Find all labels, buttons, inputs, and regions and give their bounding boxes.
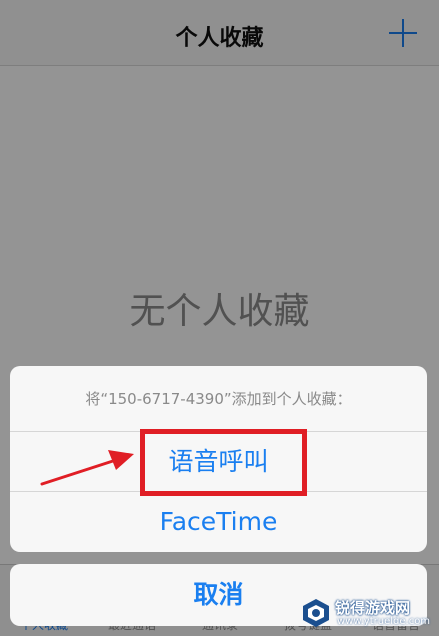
- facetime-button[interactable]: FaceTime: [10, 492, 427, 552]
- watermark-url: www.ytruelde.com: [337, 616, 431, 627]
- watermark-brand: 锐得游戏网: [335, 599, 411, 617]
- watermark: 锐得游戏网 www.ytruelde.com: [301, 596, 433, 630]
- brand-logo-icon: [303, 599, 329, 627]
- highlight-box: [140, 429, 307, 496]
- action-sheet-title: 将“150-6717-4390”添加到个人收藏：: [10, 366, 427, 432]
- arrow-icon: [40, 450, 134, 486]
